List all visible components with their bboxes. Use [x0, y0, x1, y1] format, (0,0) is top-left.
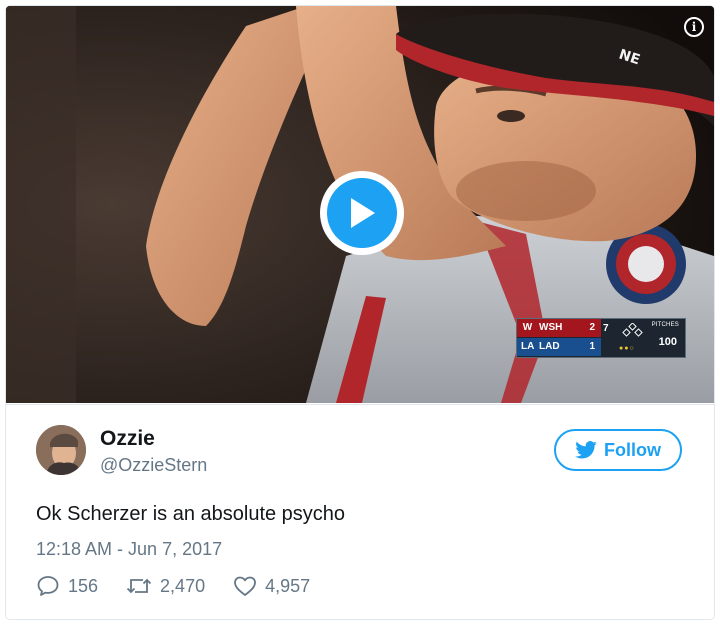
- like-action[interactable]: 4,957: [233, 575, 310, 597]
- nationals-logo-icon: W: [522, 322, 533, 333]
- score-row-away: LA LAD 1: [517, 338, 601, 356]
- tweet-actions: 156 2,470 4,957: [36, 573, 338, 599]
- tweet-text: Ok Scherzer is an absolute psycho: [36, 503, 346, 525]
- embedded-tweet-card: NE i W WSH 2 LA LAD 1 7 ●●○ PITCHES 100 …: [5, 5, 715, 620]
- tweet-body: Ozzie @OzzieStern Follow Ok Scherzer is …: [6, 404, 714, 619]
- reply-count: 156: [68, 575, 99, 596]
- tweet-timestamp[interactable]: 12:18 AM - Jun 7, 2017: [36, 539, 222, 560]
- bases-diamond-icon: [622, 323, 643, 337]
- author-handle[interactable]: @OzzieStern: [100, 455, 207, 476]
- reply-action[interactable]: 156: [36, 574, 98, 598]
- follow-label: Follow: [604, 439, 661, 460]
- pitches-label: PITCHES: [651, 322, 679, 328]
- retweet-count: 2,470: [160, 575, 206, 596]
- inning: 7: [603, 323, 609, 334]
- video-thumbnail[interactable]: NE i W WSH 2 LA LAD 1 7 ●●○ PITCHES 100: [6, 6, 714, 403]
- dodgers-logo-icon: LA: [521, 341, 535, 352]
- like-count: 4,957: [265, 575, 311, 596]
- home-team: WSH: [539, 322, 563, 333]
- away-team: LAD: [539, 341, 560, 352]
- outs-indicator: ●●○: [619, 345, 635, 352]
- info-icon[interactable]: i: [684, 17, 704, 37]
- twitter-bird-icon: [575, 441, 597, 459]
- author-name[interactable]: Ozzie: [100, 427, 155, 451]
- retweet-action[interactable]: 2,470: [126, 575, 205, 597]
- play-icon: [327, 178, 397, 248]
- score-row-home: W WSH 2: [517, 319, 601, 337]
- retweet-icon: [126, 578, 152, 594]
- home-score: 2: [589, 322, 595, 333]
- avatar[interactable]: [36, 425, 86, 475]
- away-score: 1: [589, 341, 595, 352]
- play-button[interactable]: [320, 171, 404, 255]
- follow-button[interactable]: Follow: [554, 429, 682, 471]
- pitch-count: 100: [658, 336, 677, 348]
- heart-icon: [234, 576, 256, 596]
- reply-icon: [37, 576, 59, 596]
- score-bug: W WSH 2 LA LAD 1 7 ●●○ PITCHES 100: [516, 318, 686, 358]
